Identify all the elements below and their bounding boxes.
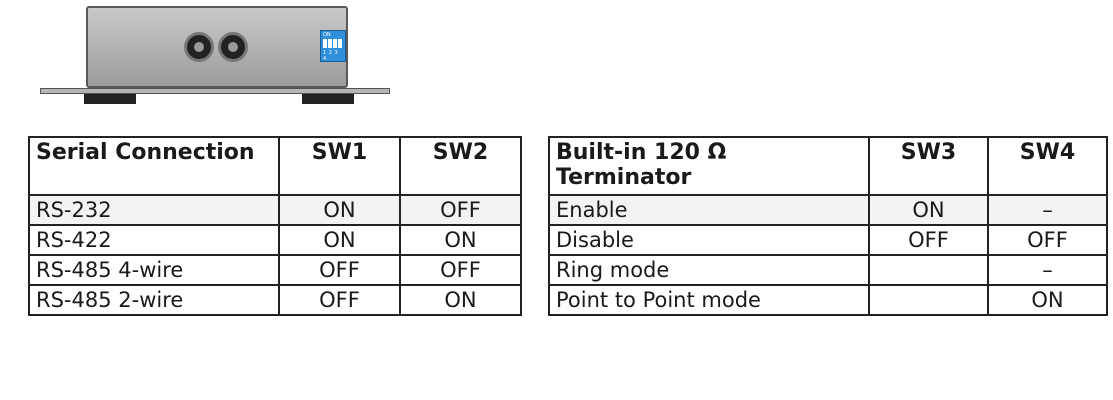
serial-port-left	[184, 32, 214, 62]
serial-mode-cell: RS-422	[28, 224, 280, 256]
sw3-cell: ON	[868, 194, 989, 226]
table-row: Enable ON –	[548, 194, 1108, 226]
sw1-cell: ON	[278, 224, 401, 256]
sw3-cell	[868, 284, 989, 316]
serial-port-right	[218, 32, 248, 62]
serial-mode-cell: RS-232	[28, 194, 280, 226]
sw1-cell: OFF	[278, 254, 401, 286]
terminator-mode-cell: Disable	[548, 224, 870, 256]
terminator-mode-cell: Enable	[548, 194, 870, 226]
sw2-cell: OFF	[399, 254, 522, 286]
serial-connection-table: Serial Connection SW1 SW2 RS-232 ON OFF …	[28, 136, 522, 316]
sw2-cell: OFF	[399, 194, 522, 226]
header-sw4: SW4	[987, 136, 1108, 196]
sw2-cell: ON	[399, 224, 522, 256]
sw4-cell: ON	[987, 284, 1108, 316]
sw4-cell: OFF	[987, 224, 1108, 256]
sw3-cell: OFF	[868, 224, 989, 256]
dip-number-labels: 1 2 3 4	[323, 50, 339, 62]
terminator-mode-cell: Ring mode	[548, 254, 870, 286]
table-row: Disable OFF OFF	[548, 224, 1108, 256]
serial-mode-cell: RS-485 2-wire	[28, 284, 280, 316]
sw4-cell: –	[987, 254, 1108, 286]
table-row: Point to Point mode ON	[548, 284, 1108, 316]
header-sw1: SW1	[278, 136, 401, 196]
terminator-table: Built-in 120 Ω Terminator SW3 SW4 Enable…	[548, 136, 1108, 316]
device-foot-left	[84, 94, 136, 104]
terminator-mode-cell: Point to Point mode	[548, 284, 870, 316]
header-sw3: SW3	[868, 136, 989, 196]
sw1-cell: ON	[278, 194, 401, 226]
device-foot-right	[302, 94, 354, 104]
table-row: RS-485 4-wire OFF OFF	[28, 254, 522, 286]
table-row: RS-232 ON OFF	[28, 194, 522, 226]
serial-mode-cell: RS-485 4-wire	[28, 254, 280, 286]
header-serial-connection: Serial Connection	[28, 136, 280, 196]
dip-switch-icon: ON 1 2 3 4	[320, 30, 346, 62]
header-terminator: Built-in 120 Ω Terminator	[548, 136, 870, 196]
table-row: Ring mode –	[548, 254, 1108, 286]
table-row: RS-485 2-wire OFF ON	[28, 284, 522, 316]
table-row: RS-422 ON ON	[28, 224, 522, 256]
sw4-cell: –	[987, 194, 1108, 226]
header-sw2: SW2	[399, 136, 522, 196]
sw1-cell: OFF	[278, 284, 401, 316]
device-body: ON 1 2 3 4	[86, 6, 348, 88]
dip-on-label: ON	[323, 32, 331, 38]
device-illustration: ON 1 2 3 4	[40, 6, 390, 106]
sw2-cell: ON	[399, 284, 522, 316]
sw3-cell	[868, 254, 989, 286]
